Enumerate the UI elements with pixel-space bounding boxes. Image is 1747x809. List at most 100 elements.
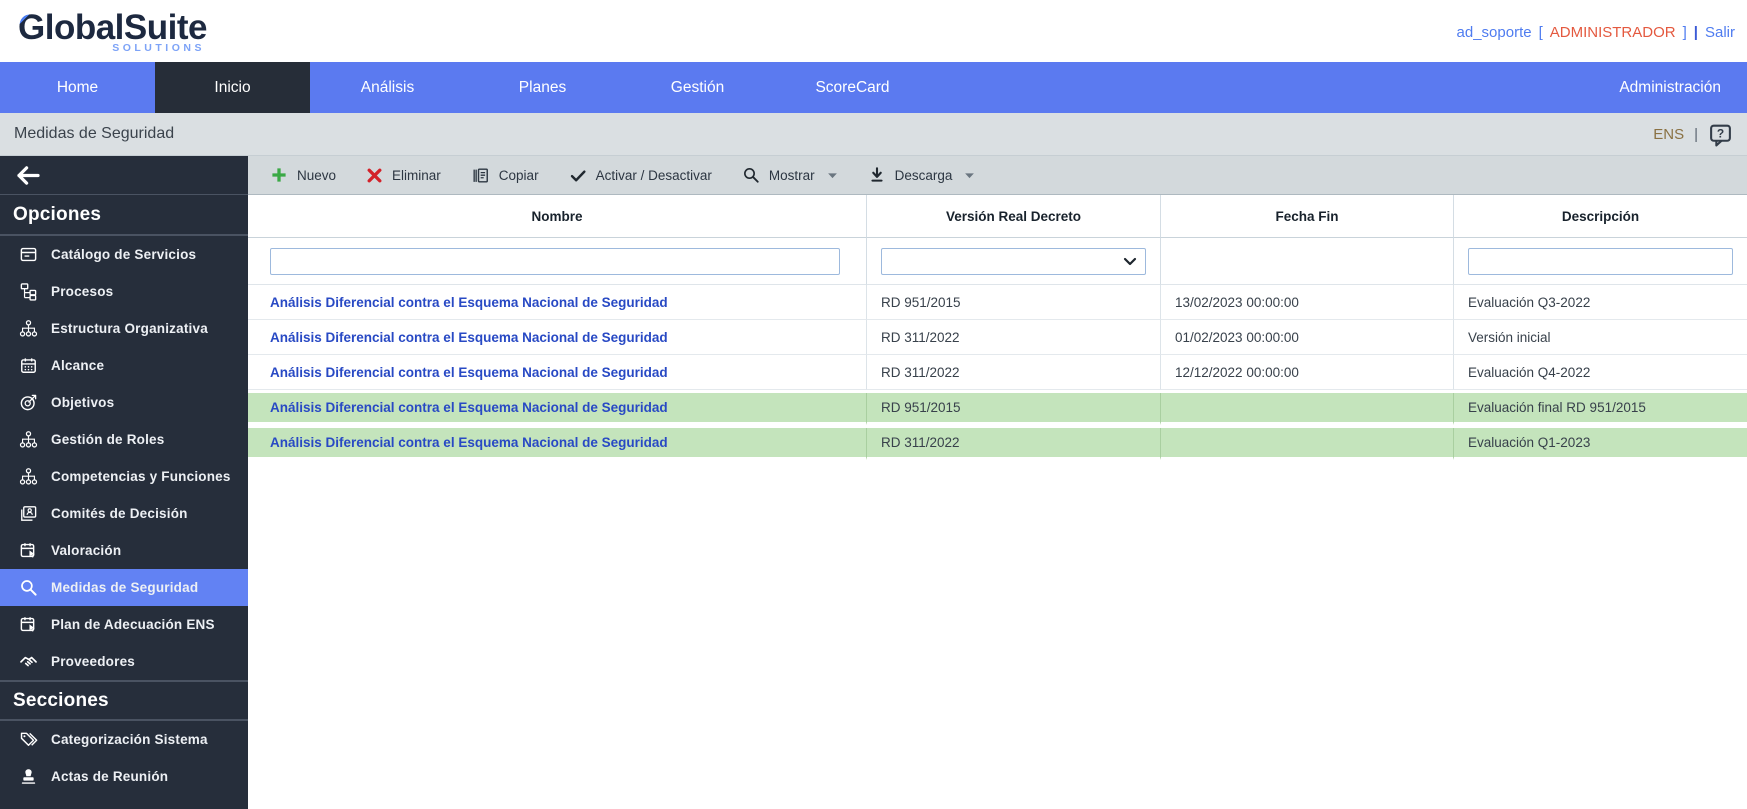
sidebar-item-valoracion[interactable]: Valoración [0, 532, 248, 569]
toolbar: Nuevo Eliminar Copiar Activar / Desactiv… [248, 156, 1747, 195]
sidebar-options-header: Opciones [0, 195, 248, 236]
tab-home[interactable]: Home [0, 62, 155, 113]
cell-fecha-fin: 01/02/2023 00:00:00 [1161, 320, 1454, 355]
cell-descripcion: Evaluación Q3-2022 [1454, 285, 1747, 320]
table-row-highlighted: Análisis Diferencial contra el Esquema N… [248, 425, 1747, 460]
table-row-highlighted: Análisis Diferencial contra el Esquema N… [248, 390, 1747, 425]
hierarchy-boxes-icon [19, 282, 38, 301]
sidebar-item-competencias-y-funciones[interactable]: Competencias y Funciones [0, 458, 248, 495]
cell-nombre: Análisis Diferencial contra el Esquema N… [248, 355, 867, 390]
cell-descripcion: Versión inicial [1454, 320, 1747, 355]
delete-button-label: Eliminar [392, 168, 441, 183]
download-button-label: Descarga [895, 168, 953, 183]
sidebar-item-catalogo-de-servicios[interactable]: Catálogo de Servicios [0, 236, 248, 273]
row-name-link[interactable]: Análisis Diferencial contra el Esquema N… [270, 435, 668, 450]
help-bubble-icon[interactable] [1708, 122, 1733, 147]
row-name-link[interactable]: Análisis Diferencial contra el Esquema N… [270, 400, 668, 415]
filter-cell-nombre [248, 238, 867, 285]
sidebar-item-label: Comités de Decisión [51, 506, 188, 521]
sidebar-item-label: Alcance [51, 358, 104, 373]
cell-descripcion: Evaluación Q1-2023 [1454, 428, 1747, 460]
sidebar-item-actas-de-reunion[interactable]: Actas de Reunión [0, 758, 248, 795]
cell-fecha-fin: 12/12/2022 00:00:00 [1161, 355, 1454, 390]
sidebar-item-label: Estructura Organizativa [51, 321, 208, 336]
version-filter-select[interactable] [881, 248, 1146, 275]
show-dropdown-button[interactable]: Mostrar [742, 166, 838, 184]
breadcrumb-bar: Medidas de Seguridad ENS | [0, 113, 1747, 156]
show-button-label: Mostrar [769, 168, 815, 183]
table-row: Análisis Diferencial contra el Esquema N… [248, 285, 1747, 320]
table-filter-row [248, 238, 1747, 285]
sidebar-item-plan-de-adecuacion-ens[interactable]: Plan de Adecuación ENS [0, 606, 248, 643]
sidebar-item-proveedores[interactable]: Proveedores [0, 643, 248, 680]
download-dropdown-button[interactable]: Descarga [868, 166, 976, 184]
sidebar-item-estructura-organizativa[interactable]: Estructura Organizativa [0, 310, 248, 347]
target-icon [19, 393, 38, 412]
column-header-descripcion[interactable]: Descripción [1454, 195, 1747, 238]
main-panel: Nuevo Eliminar Copiar Activar / Desactiv… [248, 156, 1747, 809]
sidebar: Opciones Catálogo de Servicios Procesos … [0, 156, 248, 809]
cell-nombre: Análisis Diferencial contra el Esquema N… [248, 320, 867, 355]
stamp-icon [19, 767, 38, 786]
sidebar-item-objetivos[interactable]: Objetivos [0, 384, 248, 421]
main-nav: Home Inicio Análisis Planes Gestión Scor… [0, 62, 1747, 113]
sidebar-item-procesos[interactable]: Procesos [0, 273, 248, 310]
calendar-cursor-icon [19, 615, 38, 634]
logo-letter-g: G [18, 8, 45, 47]
tab-planes[interactable]: Planes [465, 62, 620, 113]
new-button[interactable]: Nuevo [270, 166, 336, 184]
row-name-link[interactable]: Análisis Diferencial contra el Esquema N… [270, 330, 668, 345]
delete-button[interactable]: Eliminar [366, 167, 441, 184]
sidebar-item-categorizacion-sistema[interactable]: Categorización Sistema [0, 721, 248, 758]
user-separator: | [1694, 24, 1698, 41]
cell-descripcion: Evaluación final RD 951/2015 [1454, 393, 1747, 425]
cell-descripcion: Evaluación Q4-2022 [1454, 355, 1747, 390]
plus-icon [270, 166, 288, 184]
sidebar-item-gestion-de-roles[interactable]: Gestión de Roles [0, 421, 248, 458]
tab-administracion[interactable]: Administración [1593, 62, 1747, 113]
role-bracket-close: ] [1683, 24, 1687, 41]
back-arrow-icon[interactable] [16, 166, 41, 185]
username-link[interactable]: ad_soporte [1457, 24, 1532, 41]
tab-analisis[interactable]: Análisis [310, 62, 465, 113]
nombre-filter-input[interactable] [270, 248, 840, 275]
sidebar-item-comites-de-decision[interactable]: Comités de Decisión [0, 495, 248, 532]
cell-version-real-decreto: RD 311/2022 [867, 355, 1161, 390]
table-row: Análisis Diferencial contra el Esquema N… [248, 355, 1747, 390]
cell-nombre: Análisis Diferencial contra el Esquema N… [248, 428, 867, 460]
sidebar-item-label: Proveedores [51, 654, 135, 669]
tab-gestion[interactable]: Gestión [620, 62, 775, 113]
caret-down-icon [964, 172, 975, 179]
column-header-version-real-decreto[interactable]: Versión Real Decreto [867, 195, 1161, 238]
user-role-badge: ADMINISTRADOR [1550, 24, 1676, 41]
column-header-fecha-fin[interactable]: Fecha Fin [1161, 195, 1454, 238]
copy-button-label: Copiar [499, 168, 539, 183]
logout-link[interactable]: Salir [1705, 24, 1735, 41]
row-name-link[interactable]: Análisis Diferencial contra el Esquema N… [270, 295, 668, 310]
caret-down-icon [827, 172, 838, 179]
download-icon [868, 166, 886, 184]
logo-text: GlobalSuite [18, 10, 207, 45]
table-header-row: Nombre Versión Real Decreto Fecha Fin De… [248, 195, 1747, 238]
sidebar-item-alcance[interactable]: Alcance [0, 347, 248, 384]
sidebar-item-label: Medidas de Seguridad [51, 580, 198, 595]
chevron-down-icon [1123, 257, 1137, 266]
sidebar-item-medidas-de-seguridad[interactable]: Medidas de Seguridad [0, 569, 248, 606]
page-title: Medidas de Seguridad [14, 125, 174, 143]
logo-subtext: SOLUTIONS [112, 42, 205, 54]
copy-button[interactable]: Copiar [471, 166, 539, 185]
sidebar-back-row [0, 156, 248, 195]
tab-inicio[interactable]: Inicio [155, 62, 310, 113]
cell-version-real-decreto: RD 951/2015 [867, 393, 1161, 425]
sidebar-item-label: Procesos [51, 284, 113, 299]
descripcion-filter-input[interactable] [1468, 248, 1733, 275]
search-icon [742, 166, 760, 184]
new-button-label: Nuevo [297, 168, 336, 183]
copy-icon [471, 166, 490, 185]
row-name-link[interactable]: Análisis Diferencial contra el Esquema N… [270, 365, 668, 380]
tab-scorecard[interactable]: ScoreCard [775, 62, 930, 113]
table-row: Análisis Diferencial contra el Esquema N… [248, 320, 1747, 355]
column-header-nombre[interactable]: Nombre [248, 195, 867, 238]
activate-deactivate-button[interactable]: Activar / Desactivar [569, 166, 712, 184]
cell-version-real-decreto: RD 311/2022 [867, 320, 1161, 355]
